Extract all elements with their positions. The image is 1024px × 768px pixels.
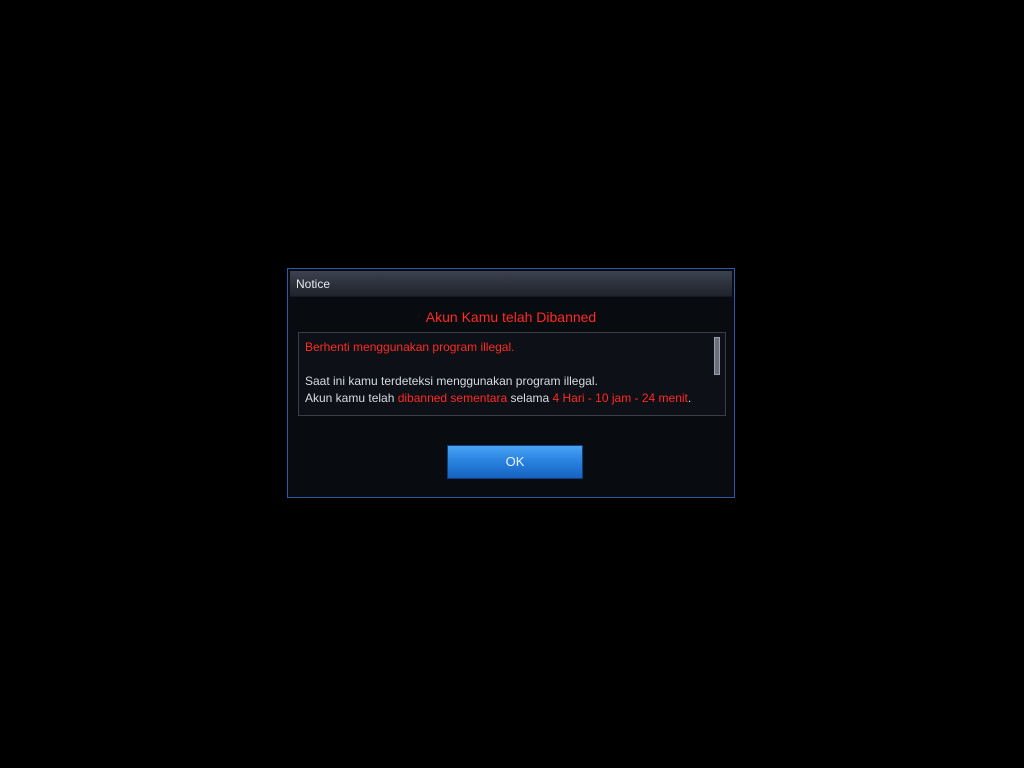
- message-box: Berhenti menggunakan program illegal. Sa…: [298, 332, 726, 416]
- dialog-titlebar[interactable]: Notice: [290, 271, 732, 297]
- message-ban-line: Akun kamu telah dibanned sementara selam…: [305, 391, 691, 405]
- ok-button[interactable]: OK: [447, 445, 583, 479]
- message-ban-middle: selama: [507, 391, 553, 405]
- ban-duration-text: 4 Hari - 10 jam - 24 menit: [552, 391, 688, 405]
- message-ban-suffix: .: [687, 391, 692, 405]
- notice-dialog: Notice Akun Kamu telah Dibanned Berhenti…: [287, 268, 735, 498]
- dialog-title: Notice: [296, 277, 331, 291]
- message-scrollbar[interactable]: [714, 337, 720, 411]
- ban-status-text: dibanned sementara: [397, 391, 508, 405]
- message-detection-line: Saat ini kamu terdeteksi menggunakan pro…: [305, 374, 598, 388]
- message-ban-prefix: Akun kamu telah: [305, 391, 398, 405]
- message-warning-line: Berhenti menggunakan program illegal.: [305, 340, 515, 354]
- scrollbar-thumb[interactable]: [714, 337, 720, 375]
- ban-heading: Akun Kamu telah Dibanned: [425, 309, 597, 325]
